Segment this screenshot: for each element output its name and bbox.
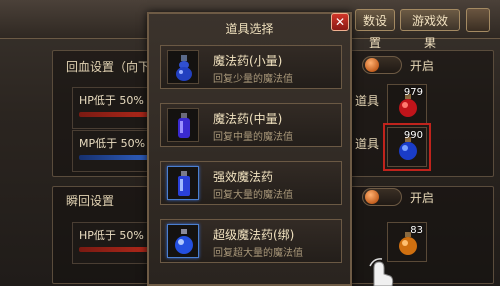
medium-blue-potion-icon <box>167 108 199 142</box>
toggle-knob <box>365 58 379 72</box>
hp-recovery-toggle-label: 开启 <box>410 59 435 73</box>
instant-hp-threshold-label: HP低于 50% <box>79 229 144 242</box>
tab-game-effects[interactable]: 游戏效果 <box>400 9 460 50</box>
hp-item-slot[interactable]: 979 <box>387 84 427 124</box>
instant-item-slot[interactable]: 83 <box>387 222 427 262</box>
hp-threshold-row[interactable]: HP低于 50% <box>72 87 154 129</box>
instant-item-count: 83 <box>410 225 423 236</box>
instant-hp-threshold-bar[interactable] <box>79 247 149 252</box>
dialog-title: 道具选择 <box>225 22 274 36</box>
hp-recovery-title: 回血设置（向下 <box>66 60 151 74</box>
item-name: 魔法药(小量) <box>213 54 283 68</box>
mp-threshold-bar[interactable] <box>79 155 149 160</box>
dialog-close-button[interactable]: ✕ <box>331 13 349 31</box>
item-name: 超级魔法药(绑) <box>213 228 295 242</box>
hp-item-caption: 道具 <box>355 94 380 108</box>
mp-threshold-label: MP低于 50% <box>79 137 146 150</box>
super-blue-potion-icon <box>167 224 199 258</box>
item-option-medium-mana[interactable]: 魔法药(中量) 回复中量的魔法值 <box>160 103 342 147</box>
item-desc: 回复大量的魔法值 <box>213 190 293 201</box>
instant-hp-threshold-row[interactable]: HP低于 50% <box>72 222 154 264</box>
hp-recovery-toggle[interactable] <box>362 56 402 74</box>
tap-cursor-icon <box>369 258 394 286</box>
mp-item-count: 990 <box>403 130 423 141</box>
item-option-super-mana[interactable]: 超级魔法药(绑) 回复超大量的魔法值 <box>160 219 342 263</box>
tab-settings[interactable]: 数设置 <box>355 9 395 50</box>
instant-recovery-toggle[interactable] <box>362 188 402 206</box>
hp-item-count: 979 <box>403 87 423 98</box>
item-desc: 回复少量的魔法值 <box>213 74 293 85</box>
mp-item-slot[interactable]: 990 <box>383 123 431 171</box>
hp-threshold-label: HP低于 50% <box>79 94 144 107</box>
item-name: 魔法药(中量) <box>213 112 283 126</box>
mp-item-caption: 道具 <box>355 137 380 151</box>
item-desc: 回复中量的魔法值 <box>213 132 293 143</box>
mp-threshold-row[interactable]: MP低于 50% <box>72 130 154 172</box>
item-desc: 回复超大量的魔法值 <box>213 248 303 259</box>
panel-close-button[interactable] <box>466 8 490 32</box>
instant-recovery-toggle-label: 开启 <box>410 191 435 205</box>
strong-blue-potion-icon <box>167 166 199 200</box>
toggle-knob <box>365 190 379 204</box>
hp-threshold-bar[interactable] <box>79 112 149 117</box>
small-blue-potion-icon <box>167 50 199 84</box>
instant-recovery-title: 瞬回设置 <box>66 194 115 208</box>
item-option-strong-mana[interactable]: 强效魔法药 回复大量的魔法值 <box>160 161 342 205</box>
item-name: 强效魔法药 <box>213 170 274 184</box>
item-option-small-mana[interactable]: 魔法药(小量) 回复少量的魔法值 <box>160 45 342 89</box>
